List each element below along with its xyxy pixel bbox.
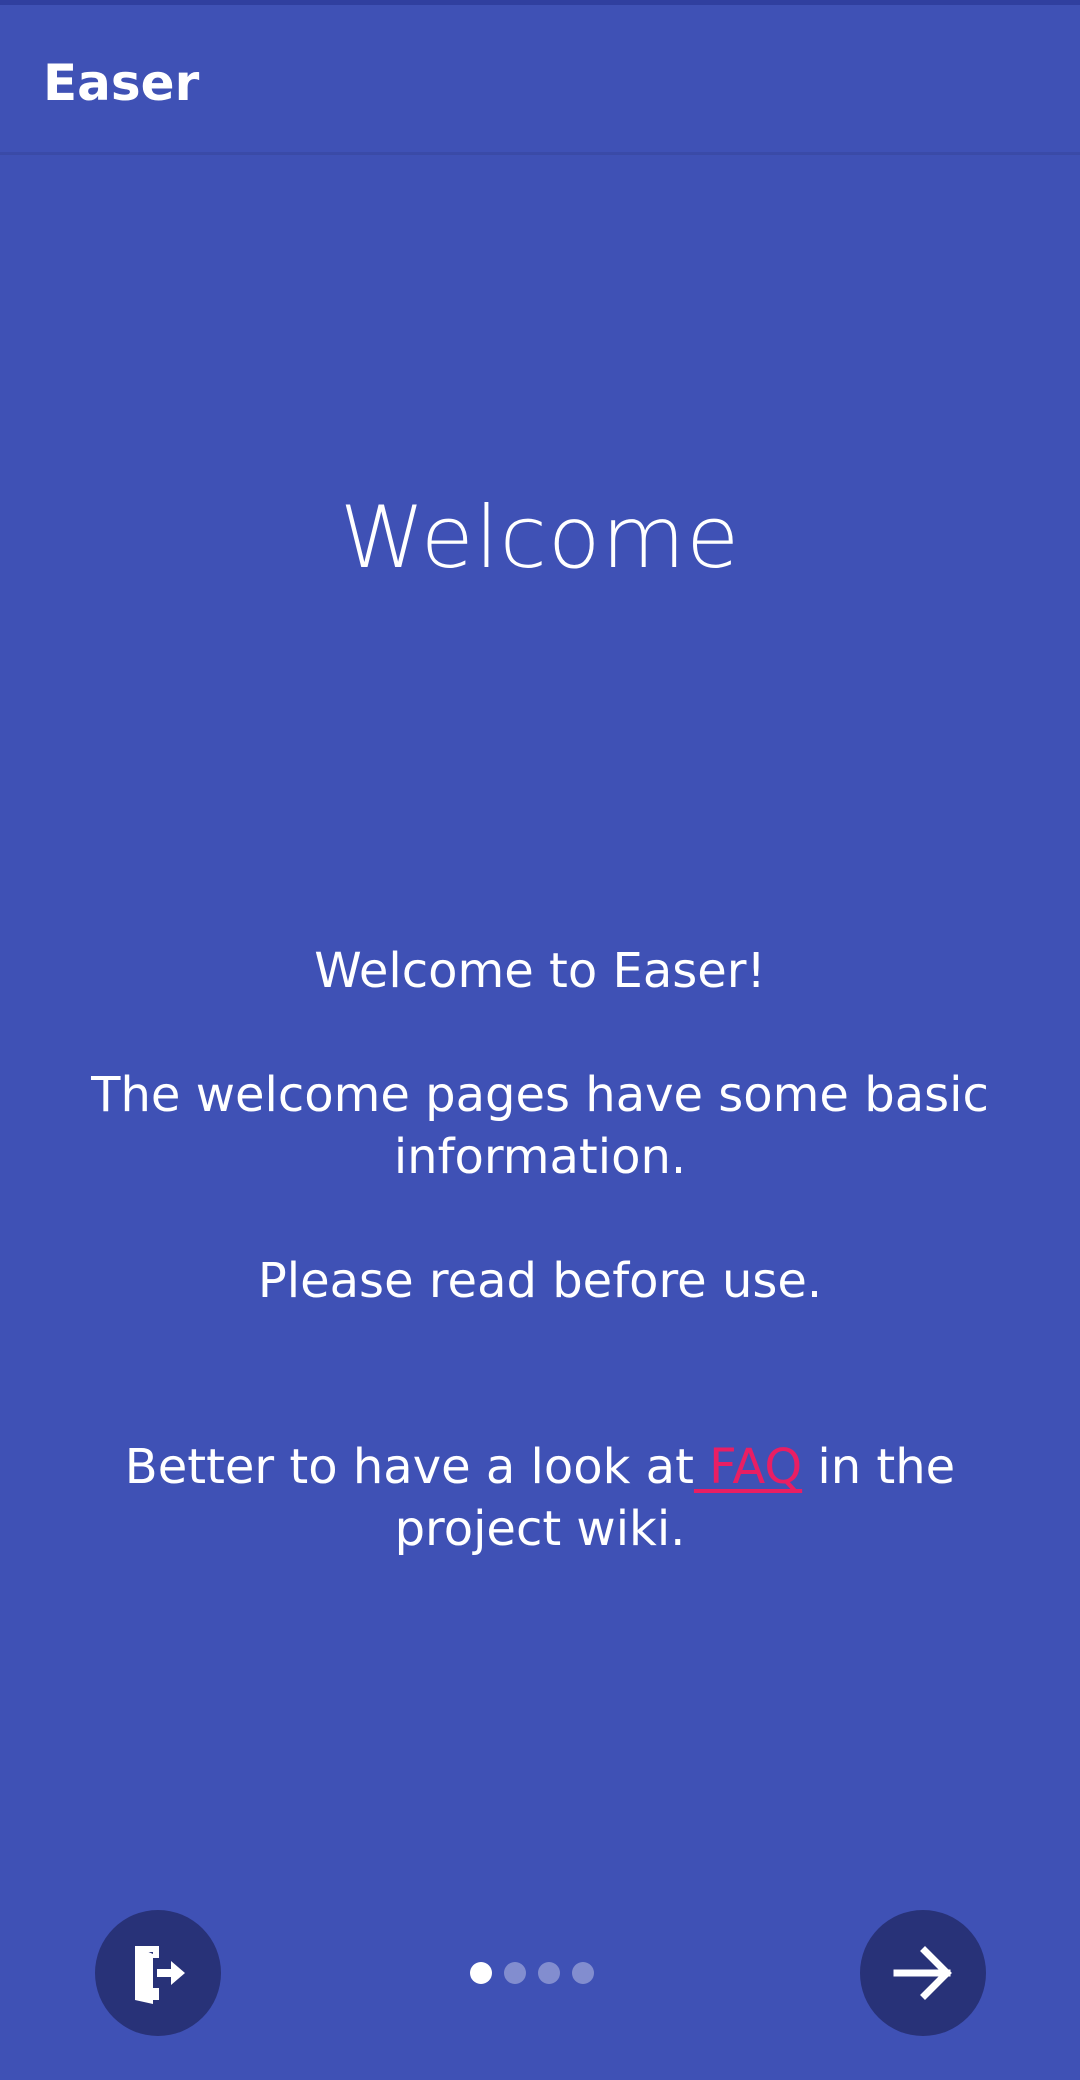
- info-line: The welcome pages have some basic inform…: [91, 1067, 989, 1185]
- next-button[interactable]: [860, 1910, 986, 2036]
- page-dot-1[interactable]: [470, 1962, 492, 1984]
- read-line: Please read before use.: [257, 1253, 823, 1309]
- slide-description: Welcome to Easer! The welcome pages have…: [40, 940, 1040, 1560]
- faq-line-prefix: Better to have a look at: [124, 1439, 694, 1495]
- slide-title: Welcome: [339, 488, 741, 588]
- faq-link[interactable]: FAQ: [694, 1439, 802, 1495]
- app-bar: Easer: [0, 5, 1080, 154]
- welcome-line: Welcome to Easer!: [314, 943, 766, 999]
- exit-door-icon: [135, 1946, 185, 2004]
- page-dot-3[interactable]: [538, 1962, 560, 1984]
- page-dot-4[interactable]: [572, 1962, 594, 1984]
- page-indicator: [470, 1960, 610, 1986]
- page-dot-2[interactable]: [504, 1962, 526, 1984]
- arrow-right-icon: [893, 1946, 952, 2000]
- skip-button[interactable]: [95, 1910, 221, 2036]
- app-title: Easer: [43, 54, 200, 112]
- faq-line: Better to have a look at FAQ in the proj…: [40, 1436, 1040, 1560]
